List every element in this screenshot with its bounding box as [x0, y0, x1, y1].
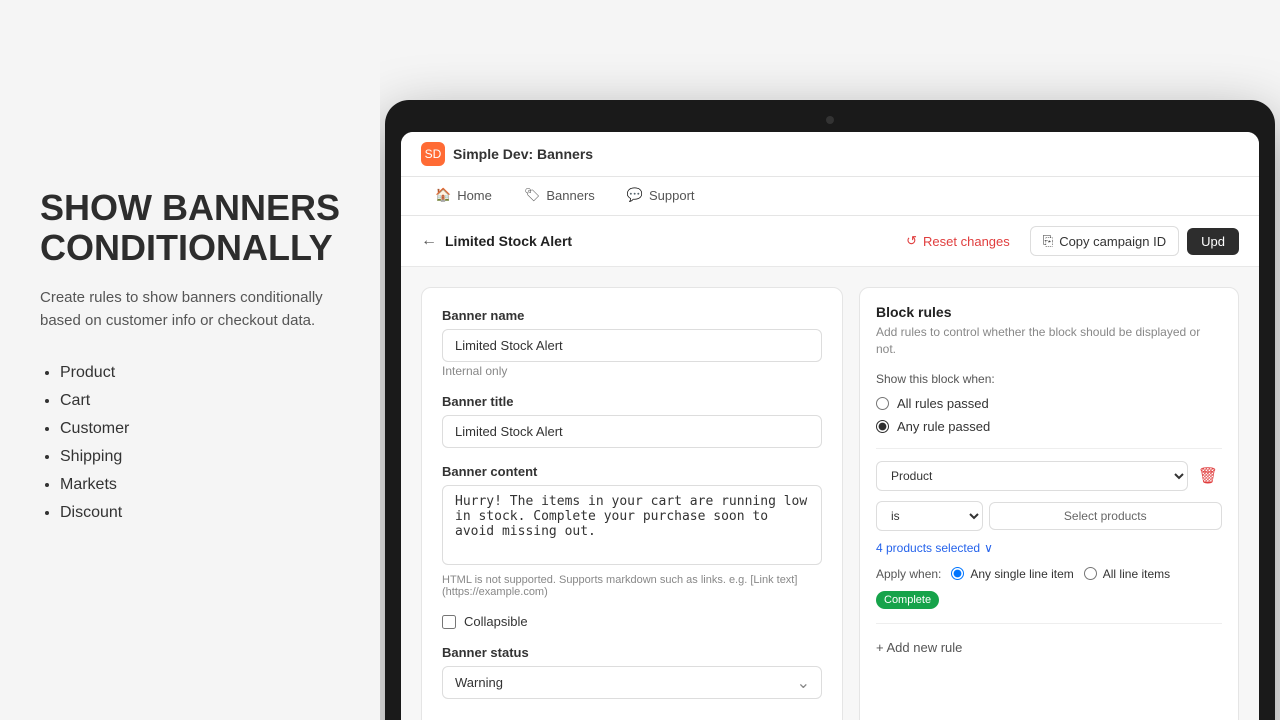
tab-banners-label: Banners — [546, 188, 594, 203]
page-header: ← Limited Stock Alert ↺ Reset changes ⎘ … — [401, 216, 1259, 267]
right-panel: SD Simple Dev: Banners 🏠 Home 🏷 Banners … — [380, 0, 1280, 720]
banner-name-group: Banner name Internal only — [442, 308, 822, 378]
products-selected-count: 4 products selected — [876, 541, 980, 555]
update-label: Upd — [1201, 234, 1225, 249]
radio-any-rule[interactable] — [876, 420, 889, 433]
tab-home[interactable]: 🏠 Home — [421, 177, 506, 215]
radio-all-rules[interactable] — [876, 397, 889, 410]
list-item-customer: Customer — [60, 420, 340, 438]
banner-status-wrapper: Warning Info Error Success — [442, 666, 822, 699]
single-line-label[interactable]: Any single line item — [970, 567, 1073, 581]
left-panel: SHOW BANNERS CONDITIONALLY Create rules … — [0, 0, 380, 720]
campaign-label: Copy campaign ID — [1059, 234, 1166, 249]
main-description: Create rules to show banners conditional… — [40, 287, 340, 332]
tab-home-label: Home — [457, 188, 492, 203]
apply-when-label: Apply when: — [876, 567, 941, 581]
radio-group: All rules passed Any rule passed — [876, 396, 1222, 434]
form-panel: Banner name Internal only Banner title B… — [421, 287, 843, 720]
back-arrow-icon[interactable]: ← — [421, 232, 437, 250]
home-icon: 🏠 — [435, 187, 451, 203]
rules-title: Block rules — [876, 304, 1222, 320]
list-item-markets: Markets — [60, 476, 340, 494]
apply-when-row: Apply when: Any single line item All lin… — [876, 567, 1222, 609]
reset-icon: ↺ — [906, 233, 917, 249]
feature-list: Product Cart Customer Shipping Markets D… — [40, 364, 340, 532]
divider-2 — [876, 623, 1222, 624]
rules-subtitle: Add rules to control whether the block s… — [876, 324, 1222, 358]
reset-label: Reset changes — [923, 234, 1010, 249]
rule-operator-select[interactable]: is — [876, 501, 983, 531]
tab-support[interactable]: 💬 Support — [613, 177, 709, 215]
list-item-shipping: Shipping — [60, 448, 340, 466]
apply-all-row: All line items — [1084, 567, 1170, 581]
banner-name-label: Banner name — [442, 308, 822, 323]
app-icon: SD — [421, 142, 445, 166]
page-title: Limited Stock Alert — [445, 233, 572, 249]
apply-single-row: Any single line item — [951, 567, 1073, 581]
banner-status-label: Banner status — [442, 645, 822, 660]
banner-name-input[interactable] — [442, 329, 822, 362]
rule-condition-select[interactable]: Product — [876, 461, 1188, 491]
nav-tabs: 🏠 Home 🏷 Banners 💬 Support — [401, 177, 1259, 216]
page-back: ← Limited Stock Alert — [421, 232, 572, 250]
add-rule-label: + Add new rule — [876, 640, 962, 655]
reset-changes-button[interactable]: ↺ Reset changes — [894, 227, 1022, 255]
main-heading: SHOW BANNERS CONDITIONALLY — [40, 188, 340, 267]
update-button[interactable]: Upd — [1187, 228, 1239, 255]
list-item-product: Product — [60, 364, 340, 382]
main-content: Banner name Internal only Banner title B… — [401, 267, 1259, 720]
app-title: Simple Dev: Banners — [453, 146, 593, 162]
radio-all-rules-label[interactable]: All rules passed — [897, 396, 989, 411]
tablet-frame: SD Simple Dev: Banners 🏠 Home 🏷 Banners … — [385, 100, 1275, 720]
copy-icon: ⎘ — [1043, 233, 1053, 249]
radio-any-rule-label[interactable]: Any rule passed — [897, 419, 990, 434]
radio-all-lines[interactable] — [1084, 567, 1097, 580]
banner-status-group: Banner status Warning Info Error Success — [442, 645, 822, 699]
list-item-discount: Discount — [60, 504, 340, 522]
divider — [876, 448, 1222, 449]
rule-delete-button[interactable]: 🗑 — [1194, 466, 1222, 486]
banner-content-label: Banner content — [442, 464, 822, 479]
tablet-screen: SD Simple Dev: Banners 🏠 Home 🏷 Banners … — [401, 132, 1259, 720]
chevron-down-icon: ∨ — [984, 541, 993, 555]
rule-row: Product 🗑 — [876, 461, 1222, 491]
show-when-label: Show this block when: — [876, 372, 1222, 386]
rules-panel: Block rules Add rules to control whether… — [859, 287, 1239, 720]
list-item-cart: Cart — [60, 392, 340, 410]
radio-any-rule-row: Any rule passed — [876, 419, 1222, 434]
banner-title-input[interactable] — [442, 415, 822, 448]
collapsible-checkbox[interactable] — [442, 615, 456, 629]
select-products-label: Select products — [1064, 509, 1147, 523]
banner-status-select[interactable]: Warning Info Error Success — [442, 666, 822, 699]
page-actions: ↺ Reset changes ⎘ Copy campaign ID Upd — [894, 226, 1239, 256]
banner-content-hint: HTML is not supported. Supports markdown… — [442, 574, 822, 598]
status-badge: Complete — [876, 591, 939, 609]
tab-support-label: Support — [649, 188, 695, 203]
radio-single-line[interactable] — [951, 567, 964, 580]
rule-operator-row: is Select products — [876, 501, 1222, 531]
tablet-notch — [826, 116, 834, 124]
select-products-button[interactable]: Select products — [989, 502, 1222, 530]
all-lines-label[interactable]: All line items — [1103, 567, 1170, 581]
banner-content-textarea[interactable]: Hurry! The items in your cart are runnin… — [442, 485, 822, 565]
app-header: SD Simple Dev: Banners — [401, 132, 1259, 177]
support-icon: 💬 — [627, 187, 643, 203]
tab-banners[interactable]: 🏷 Banners — [510, 177, 609, 215]
radio-all-rules-row: All rules passed — [876, 396, 1222, 411]
copy-campaign-id-button[interactable]: ⎘ Copy campaign ID — [1030, 226, 1179, 256]
collapsible-label[interactable]: Collapsible — [464, 614, 528, 629]
banner-title-label: Banner title — [442, 394, 822, 409]
banner-content-group: Banner content Hurry! The items in your … — [442, 464, 822, 598]
banner-title-group: Banner title — [442, 394, 822, 448]
collapsible-row: Collapsible — [442, 614, 822, 629]
add-new-rule-button[interactable]: + Add new rule — [876, 636, 962, 659]
banner-name-hint: Internal only — [442, 364, 822, 378]
products-selected-link[interactable]: 4 products selected ∨ — [876, 541, 1222, 555]
banners-icon: 🏷 — [524, 187, 541, 203]
